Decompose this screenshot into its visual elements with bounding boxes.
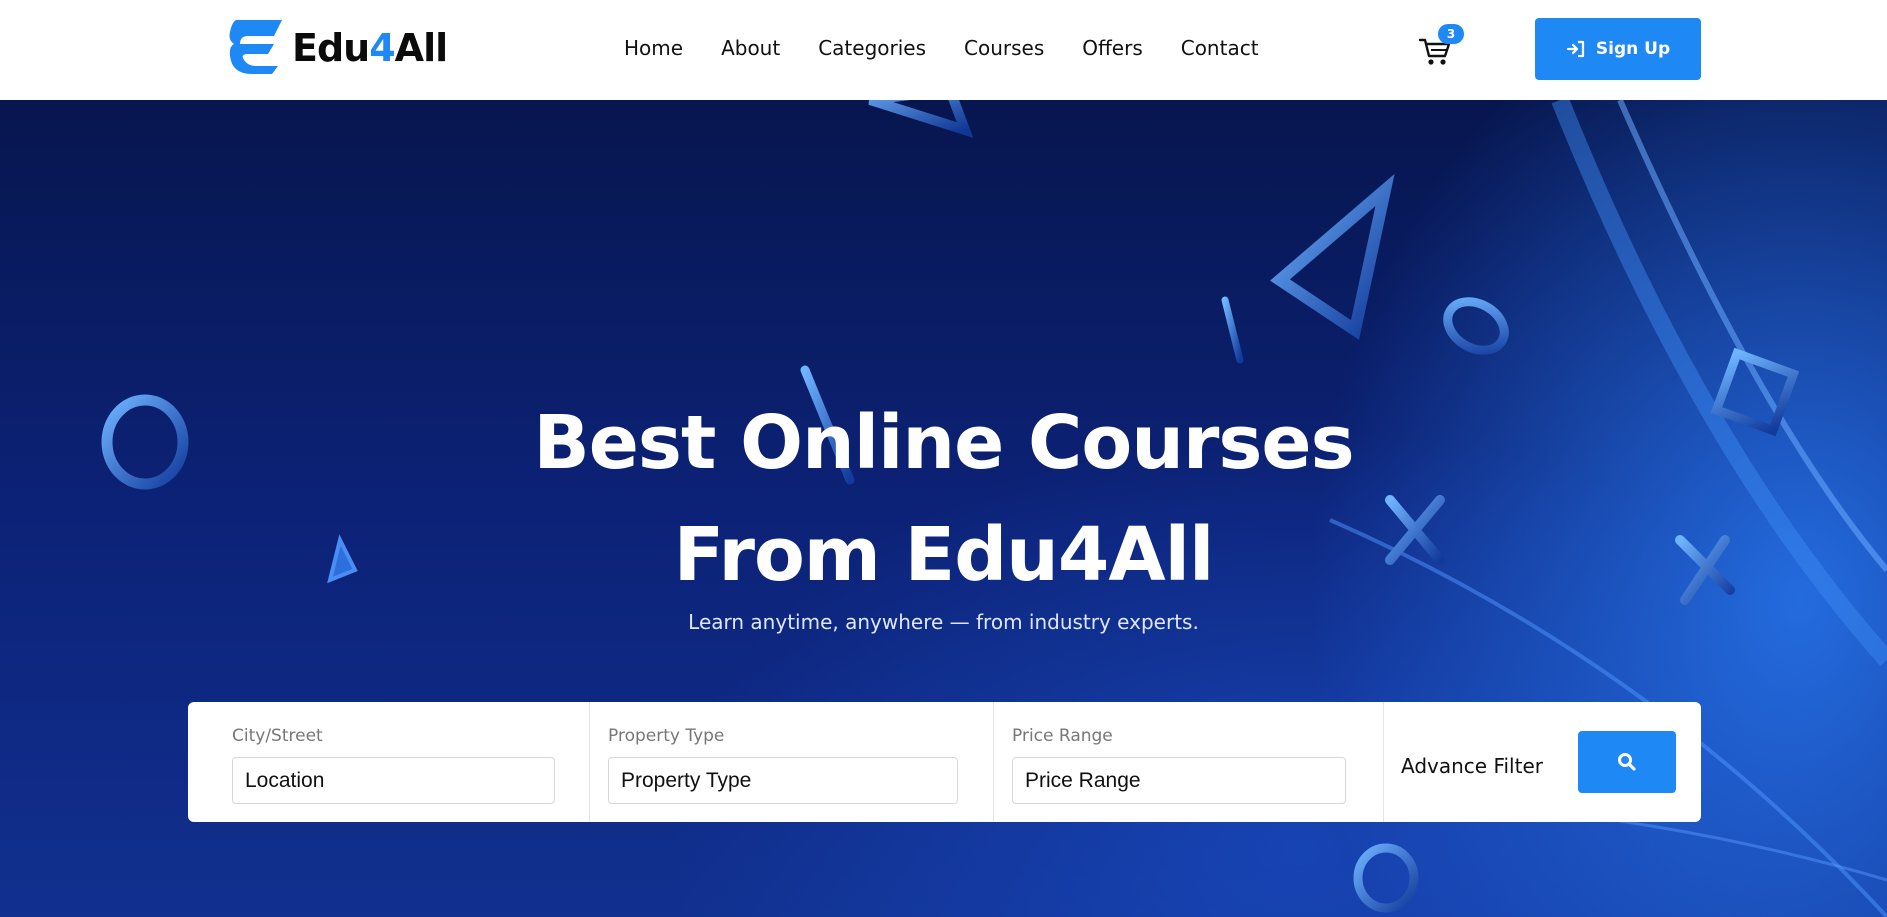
- cart-button[interactable]: 3: [1418, 24, 1464, 68]
- nav-link-categories[interactable]: Categories: [818, 36, 926, 60]
- hero-section: Best Online Courses From Edu4All Learn a…: [0, 100, 1887, 917]
- advance-filter-link[interactable]: Advance Filter: [1401, 754, 1543, 778]
- search-icon: [1618, 753, 1636, 771]
- hero-subtitle: Learn anytime, anywhere — from industry …: [688, 610, 1199, 634]
- cart-count-badge: 3: [1438, 24, 1464, 44]
- price-range-input[interactable]: [1012, 757, 1346, 804]
- nav-link-offers[interactable]: Offers: [1082, 36, 1142, 60]
- hero-title-line-1: Best Online Courses: [533, 400, 1354, 486]
- main-nav: Home About Categories Courses Offers Con…: [624, 36, 1297, 60]
- nav-link-contact[interactable]: Contact: [1181, 36, 1259, 60]
- nav-link-courses[interactable]: Courses: [964, 36, 1044, 60]
- price-range-field-group: Price Range: [994, 702, 1384, 822]
- property-type-field-group: Property Type: [590, 702, 994, 822]
- search-panel: City/Street Property Type Price Range Ad…: [188, 702, 1701, 822]
- sign-up-button[interactable]: Sign Up: [1535, 18, 1701, 80]
- nav-link-home[interactable]: Home: [624, 36, 683, 60]
- nav-link-about[interactable]: About: [721, 36, 780, 60]
- search-button[interactable]: [1578, 731, 1676, 793]
- sign-in-icon: [1566, 40, 1584, 58]
- price-range-label: Price Range: [1012, 726, 1113, 746]
- property-type-label: Property Type: [608, 726, 725, 746]
- property-type-input[interactable]: [608, 757, 958, 804]
- city-field-group: City/Street: [188, 702, 590, 822]
- brand-name: Edu4All: [292, 26, 448, 70]
- hero-title-line-2: From Edu4All: [673, 512, 1215, 598]
- location-input[interactable]: [232, 757, 555, 804]
- city-label: City/Street: [232, 726, 323, 746]
- edu4all-e-logo-icon: [229, 20, 282, 74]
- sign-up-label: Sign Up: [1595, 39, 1671, 59]
- brand-logo[interactable]: Edu4All: [226, 16, 448, 74]
- navbar: Edu4All Home About Categories Courses Of…: [0, 0, 1887, 100]
